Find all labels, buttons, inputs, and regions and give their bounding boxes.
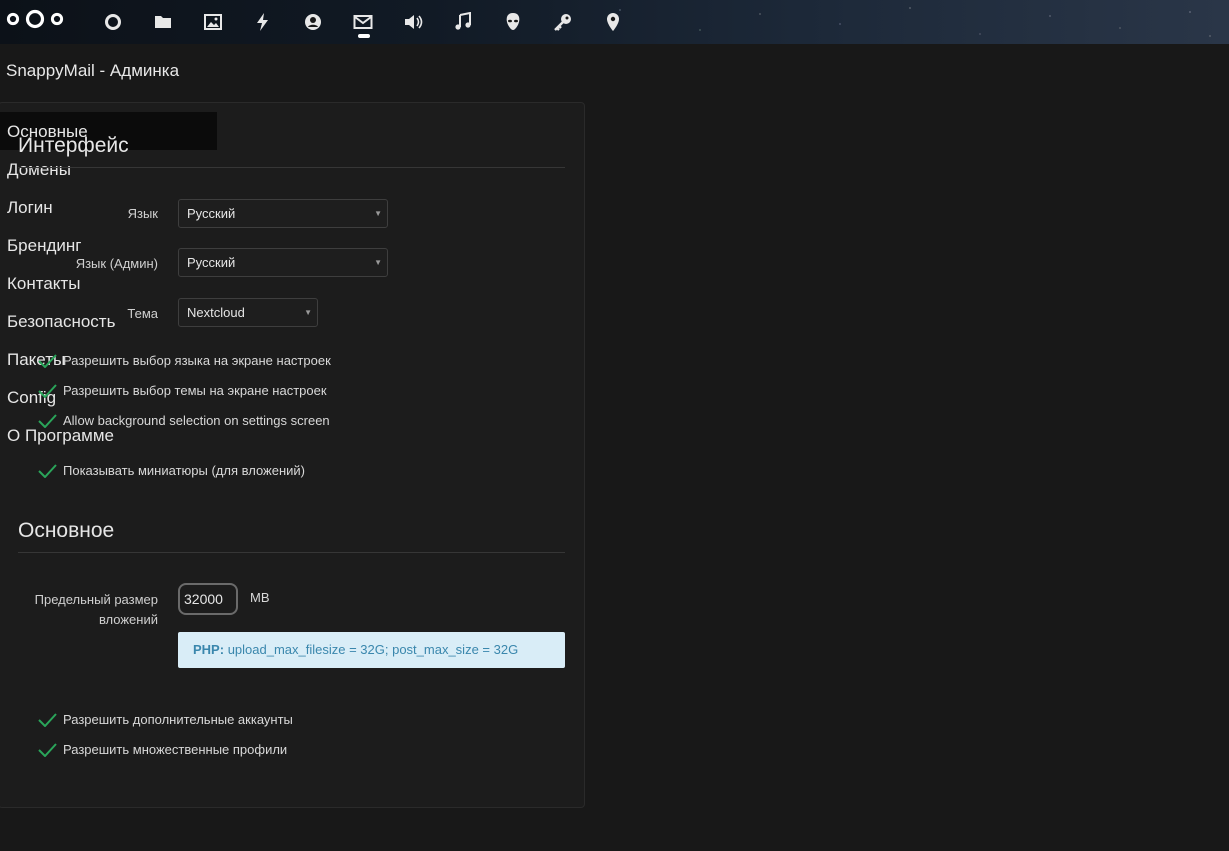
photos-icon[interactable]: [188, 0, 238, 44]
checkbox-label: Allow background selection on settings s…: [63, 413, 330, 428]
audio-icon[interactable]: [388, 0, 438, 44]
sidebar-item-contacts[interactable]: Контакты: [7, 274, 80, 294]
sidebar-item-domains[interactable]: Домены: [7, 160, 71, 180]
checkmark-icon: [38, 713, 57, 727]
dashboard-icon[interactable]: [88, 0, 138, 44]
language-select[interactable]: Русский ▼: [178, 199, 388, 228]
maps-icon[interactable]: [588, 0, 638, 44]
allow-additional-accounts-checkbox[interactable]: Разрешить дополнительные аккаунты: [38, 712, 293, 727]
admin-language-select-value: Русский: [187, 255, 236, 270]
language-select-value: Русский: [187, 206, 236, 221]
checkbox-label: Разрешить выбор языка на экране настроек: [63, 353, 331, 368]
activity-icon[interactable]: [238, 0, 288, 44]
chevron-down-icon: ▼: [374, 258, 382, 267]
checkmark-icon: [38, 384, 57, 398]
section-divider: [18, 167, 565, 168]
checkbox-label: Разрешить множественные профили: [63, 742, 288, 757]
checkbox-label: Разрешить выбор темы на экране настроек: [63, 383, 327, 398]
checkmark-icon: [38, 464, 57, 478]
language-label: Язык: [127, 206, 158, 221]
chevron-down-icon: ▼: [374, 209, 382, 218]
sidebar-item-security[interactable]: Безопасность: [7, 312, 115, 332]
sidebar-item-branding[interactable]: Брендинг: [7, 236, 81, 256]
nextcloud-logo[interactable]: [4, 8, 66, 30]
theme-select-value: Nextcloud: [187, 305, 245, 320]
page-title: SnappyMail - Админка: [6, 61, 180, 80]
music-icon[interactable]: [438, 0, 488, 44]
admin-language-select[interactable]: Русский ▼: [178, 248, 388, 277]
attachment-limit-label: Предельный размер вложений: [35, 590, 158, 630]
section-title-general: Основное: [18, 519, 115, 542]
chevron-down-icon: ▼: [304, 308, 312, 317]
allow-multiple-identities-checkbox[interactable]: Разрешить множественные профили: [38, 742, 287, 757]
theme-label: Тема: [127, 306, 158, 321]
allow-background-checkbox[interactable]: Allow background selection on settings s…: [38, 413, 330, 428]
allow-language-checkbox[interactable]: Разрешить выбор языка на экране настроек: [38, 353, 331, 368]
checkmark-icon: [38, 743, 57, 757]
sidebar-item-login[interactable]: Логин: [7, 198, 53, 218]
section-title-interface: Интерфейс: [18, 134, 129, 157]
php-info-label: PHP:: [193, 642, 225, 657]
show-thumbnails-checkbox[interactable]: Показывать миниатюры (для вложений): [38, 463, 305, 478]
checkmark-icon: [38, 354, 57, 368]
files-icon[interactable]: [138, 0, 188, 44]
allow-theme-checkbox[interactable]: Разрешить выбор темы на экране настроек: [38, 383, 327, 398]
attachment-limit-unit: MB: [250, 590, 270, 605]
theme-select[interactable]: Nextcloud ▼: [178, 298, 318, 327]
admin-language-label: Язык (Админ): [75, 256, 158, 271]
checkbox-label: Разрешить дополнительные аккаунты: [63, 712, 293, 727]
key-icon[interactable]: [538, 0, 588, 44]
checkmark-icon: [38, 414, 57, 428]
attachment-limit-input[interactable]: 32000: [178, 583, 238, 615]
checkbox-label: Показывать миниатюры (для вложений): [63, 463, 305, 478]
top-header: [0, 0, 1229, 44]
sidebar-item-about[interactable]: О Программе: [7, 426, 114, 446]
contacts-icon[interactable]: [288, 0, 338, 44]
section-divider: [18, 552, 565, 553]
php-info-text: upload_max_filesize = 32G; post_max_size…: [227, 642, 519, 657]
alien-icon[interactable]: [488, 0, 538, 44]
attachment-limit-label-line2: вложений: [98, 612, 158, 627]
php-info-alert: PHP: upload_max_filesize = 32G; post_max…: [178, 632, 565, 668]
attachment-limit-label-line1: Предельный размер: [34, 592, 158, 607]
mail-icon[interactable]: [338, 0, 388, 44]
